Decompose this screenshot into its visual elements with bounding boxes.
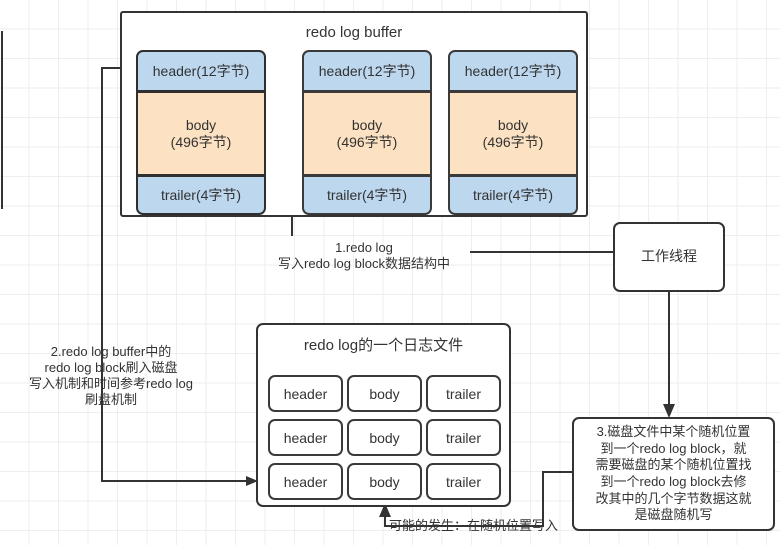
redo-log-buffer-title: redo log buffer xyxy=(305,23,403,41)
note-step-1: 1.redo log 写入redo log block数据结构中 xyxy=(278,240,450,271)
logfile-row1-body[interactable]: body xyxy=(347,419,422,456)
connector-worker-to-note3 xyxy=(663,292,675,418)
redo-log-block-0[interactable]: header(12字节) body (496字节) trailer(4字节) xyxy=(136,50,266,215)
block-2-header: header(12字节) xyxy=(448,50,578,92)
block-2-trailer: trailer(4字节) xyxy=(448,175,578,215)
logfile-row2-header[interactable]: header xyxy=(268,463,343,500)
note-step-2: 2.redo log buffer中的 redo log block刷入磁盘 写… xyxy=(29,344,193,407)
logfile-row2-trailer[interactable]: trailer xyxy=(426,463,501,500)
logfile-row0-body[interactable]: body xyxy=(347,375,422,412)
block-0-trailer: trailer(4字节) xyxy=(136,175,266,215)
redo-log-block-1[interactable]: header(12字节) body (496字节) trailer(4字节) xyxy=(302,50,432,215)
diagram-canvas: redo log buffer header(12字节) body (496字节… xyxy=(0,0,780,545)
note-step-4: 可能的发生：在随机位置写入 xyxy=(389,518,559,534)
block-1-body: body (496字节) xyxy=(302,91,432,176)
redo-log-block-2[interactable]: header(12字节) body (496字节) trailer(4字节) xyxy=(448,50,578,215)
worker-thread-label: 工作线程 xyxy=(641,248,697,265)
block-1-header: header(12字节) xyxy=(302,50,432,92)
logfile-row0-trailer[interactable]: trailer xyxy=(426,375,501,412)
note-step-3-label: 3.磁盘文件中某个随机位置 到一个redo log block，就 需要磁盘的某… xyxy=(595,424,752,523)
block-0-body: body (496字节) xyxy=(136,91,266,176)
logfile-row1-header[interactable]: header xyxy=(268,419,343,456)
logfile-row1-trailer[interactable]: trailer xyxy=(426,419,501,456)
block-1-trailer: trailer(4字节) xyxy=(302,175,432,215)
logfile-row0-header[interactable]: header xyxy=(268,375,343,412)
block-2-body: body (496字节) xyxy=(448,91,578,176)
redo-log-file-title: redo log的一个日志文件 xyxy=(303,336,464,354)
block-0-header: header(12字节) xyxy=(136,50,266,92)
logfile-row2-body[interactable]: body xyxy=(347,463,422,500)
